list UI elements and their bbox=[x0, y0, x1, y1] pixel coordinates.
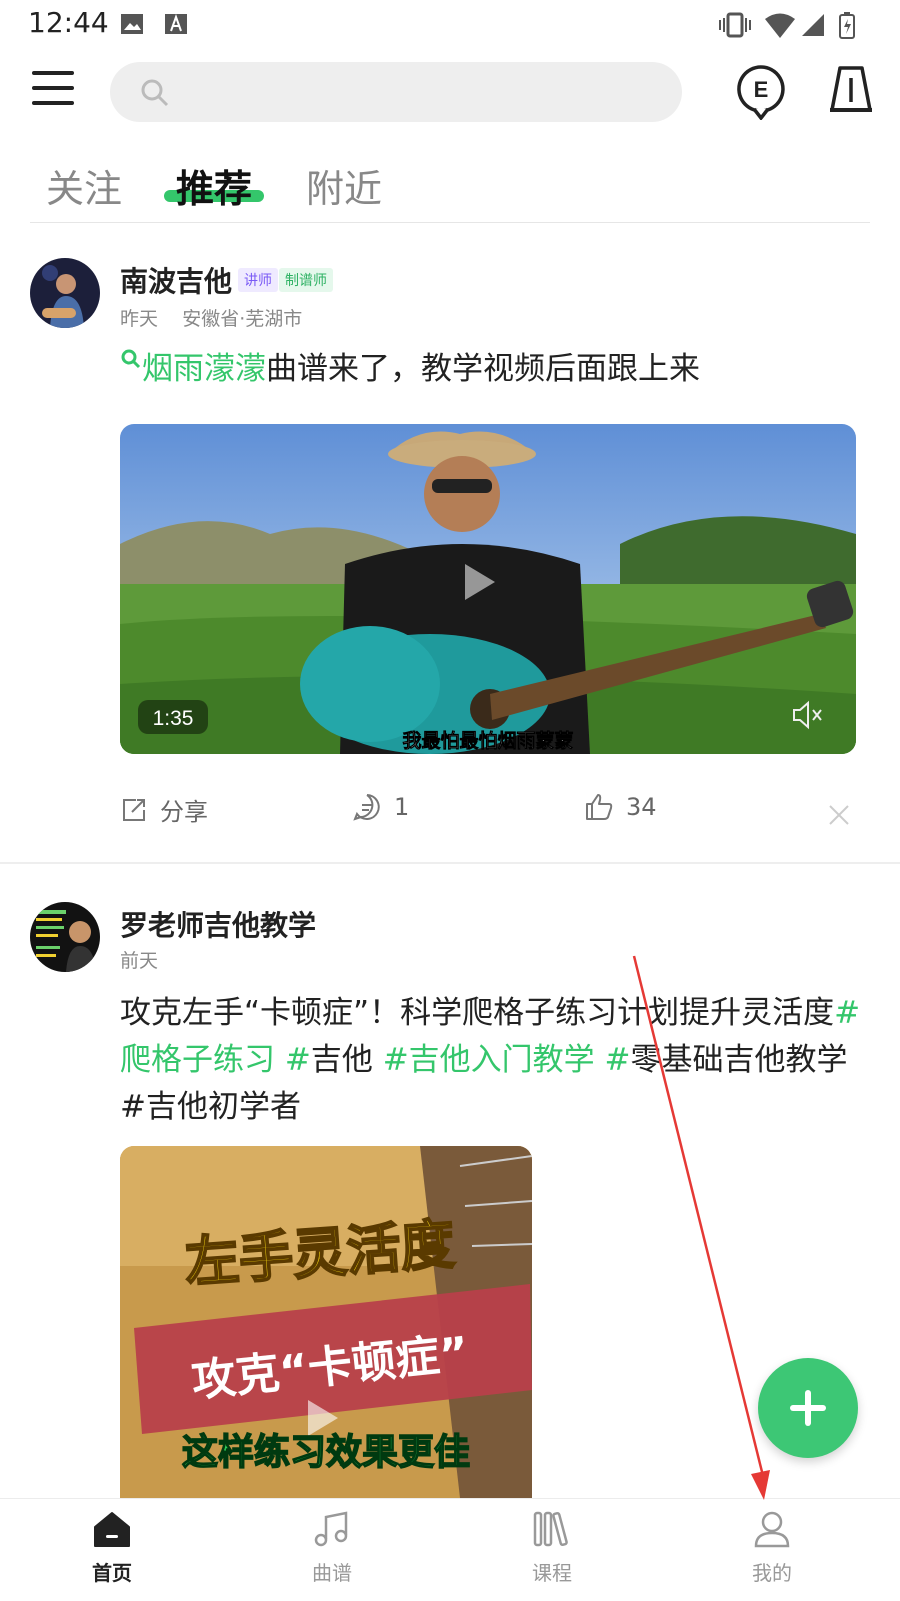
nav-home[interactable]: 首页 bbox=[52, 1509, 172, 1586]
video-duration: 1:35 bbox=[153, 707, 194, 730]
feed-post: 南波吉他 讲师 制谱师 昨天 安徽省·芜湖市 烟雨濛濛曲谱来了，教学视频后面跟上… bbox=[0, 258, 900, 878]
menu-icon[interactable] bbox=[32, 71, 74, 107]
close-icon[interactable] bbox=[828, 804, 850, 826]
search-input[interactable] bbox=[110, 62, 682, 122]
share-button[interactable]: 分享 bbox=[120, 792, 208, 827]
post-divider bbox=[0, 862, 900, 864]
thumbnail-caption: 这样练习效果更佳 bbox=[182, 1432, 470, 1473]
status-bar: 12:44 bbox=[0, 0, 900, 48]
create-post-button[interactable] bbox=[758, 1358, 858, 1458]
comment-button[interactable]: 1 bbox=[352, 792, 409, 822]
nav-profile[interactable]: 我的 bbox=[712, 1509, 832, 1586]
nav-courses[interactable]: 课程 bbox=[492, 1509, 612, 1586]
video-subtitle: 我最怕最怕烟雨蒙蒙 bbox=[402, 729, 573, 752]
signal-icon bbox=[802, 14, 824, 36]
thumbs-up-icon bbox=[586, 794, 613, 820]
divider bbox=[30, 222, 870, 223]
post-location: 安徽省·芜湖市 bbox=[182, 308, 303, 330]
profile-icon bbox=[754, 1511, 790, 1548]
video-thumbnail[interactable]: 左手灵活度 攻克“卡顿症” 这样练习效果更佳 bbox=[120, 1146, 532, 1498]
bottom-nav: 首页 曲谱 课程 我的 bbox=[0, 1498, 900, 1601]
post-meta: 昨天 安徽省·芜湖市 bbox=[120, 304, 302, 331]
post-text: 攻克左手“卡顿症”！科学爬格子练习计划提升灵活度#爬格子练习 #吉他 #吉他入门… bbox=[120, 995, 861, 1125]
image-icon bbox=[121, 14, 143, 34]
wifi-icon bbox=[765, 13, 795, 38]
post-time: 前天 bbox=[120, 950, 159, 972]
svg-text:E: E bbox=[754, 77, 769, 102]
comment-icon bbox=[353, 794, 380, 821]
search-icon bbox=[141, 79, 169, 107]
post-time: 昨天 bbox=[120, 308, 159, 330]
like-button[interactable]: 34 bbox=[584, 792, 657, 822]
vibrate-icon bbox=[719, 12, 751, 38]
post-actions: 分享 1 34 bbox=[0, 792, 900, 842]
feed-tabs: 关注 推荐 附近 bbox=[0, 150, 900, 220]
e-badge-icon[interactable]: E bbox=[736, 64, 786, 120]
author-name[interactable]: 南波吉他 bbox=[120, 260, 232, 300]
font-icon bbox=[165, 14, 187, 34]
nav-sheet-music[interactable]: 曲谱 bbox=[272, 1509, 392, 1586]
author-avatar[interactable] bbox=[30, 258, 100, 328]
tab-nearby[interactable]: 附近 bbox=[306, 158, 382, 213]
tab-follow[interactable]: 关注 bbox=[46, 158, 122, 213]
song-link[interactable]: 烟雨濛濛 bbox=[142, 351, 266, 387]
course-icon bbox=[533, 1511, 568, 1547]
battery-icon bbox=[839, 12, 855, 39]
post-text: 烟雨濛濛曲谱来了，教学视频后面跟上来 bbox=[120, 346, 872, 393]
home-icon bbox=[94, 1512, 130, 1547]
status-time: 12:44 bbox=[28, 6, 109, 39]
tab-recommend[interactable]: 推荐 bbox=[176, 158, 252, 213]
video-player[interactable]: 1:35 我最怕最怕烟雨蒙蒙 bbox=[120, 424, 856, 754]
badge-lecturer: 讲师 bbox=[238, 268, 278, 292]
video-thumbnail: 1:35 我最怕最怕烟雨蒙蒙 bbox=[120, 424, 856, 754]
author-avatar[interactable] bbox=[30, 902, 100, 972]
author-name[interactable]: 罗老师吉他教学 bbox=[120, 904, 316, 944]
hashtag-link[interactable]: #吉他入门教学 # bbox=[383, 1042, 631, 1078]
music-note-icon bbox=[314, 1511, 348, 1547]
top-bar: E bbox=[0, 56, 900, 126]
share-icon bbox=[123, 798, 145, 821]
badge-arranger: 制谱师 bbox=[279, 268, 333, 292]
metronome-icon[interactable] bbox=[826, 64, 876, 118]
search-tag-icon bbox=[121, 349, 141, 369]
